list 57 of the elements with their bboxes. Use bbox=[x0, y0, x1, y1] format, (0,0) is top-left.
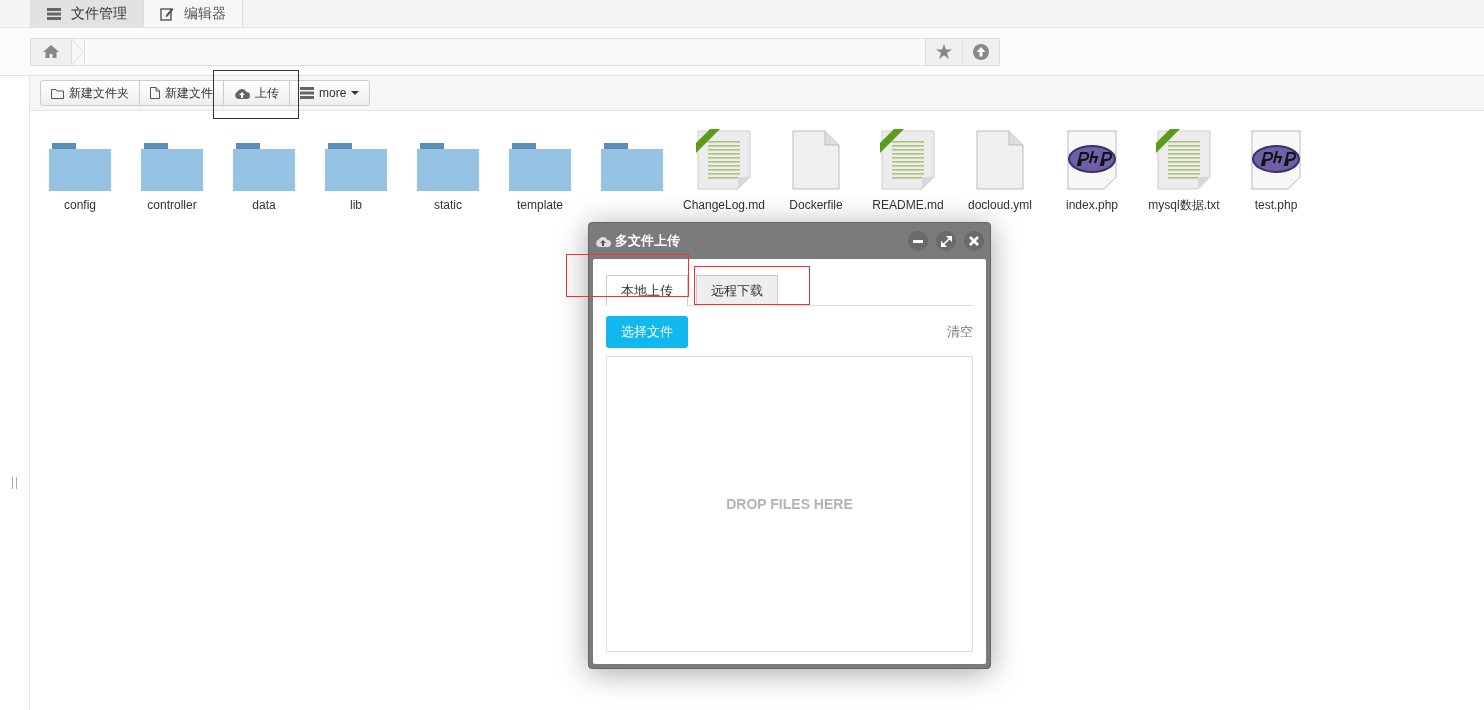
toolbar-button[interactable]: more bbox=[290, 81, 370, 105]
cloud-upload-icon bbox=[234, 87, 250, 99]
file-name[interactable]: static bbox=[406, 197, 490, 213]
home-button[interactable] bbox=[31, 38, 72, 65]
text-document-icon bbox=[880, 129, 936, 191]
resize-grip[interactable] bbox=[12, 477, 17, 489]
folder-icon bbox=[141, 143, 203, 191]
folder-icon bbox=[417, 143, 479, 191]
favorite-button[interactable] bbox=[925, 38, 962, 65]
maximize-button[interactable] bbox=[936, 231, 956, 251]
tab[interactable]: 文件管理 bbox=[30, 0, 144, 27]
file-name[interactable]: template bbox=[498, 197, 582, 213]
dialog-title: 多文件上传 bbox=[615, 232, 681, 250]
up-button[interactable] bbox=[962, 38, 999, 65]
file-icon bbox=[150, 87, 160, 99]
edit-icon bbox=[160, 6, 174, 21]
clear-link[interactable]: 清空 bbox=[947, 323, 973, 341]
cloud-upload-icon bbox=[595, 235, 611, 247]
folder-icon bbox=[325, 143, 387, 191]
folder-icon bbox=[233, 143, 295, 191]
toolbar-button[interactable]: 新建文件夹 bbox=[41, 81, 140, 105]
close-icon bbox=[969, 236, 979, 246]
drop-hint: DROP FILES HERE bbox=[726, 496, 853, 512]
arrow-up-circle-icon bbox=[973, 43, 989, 60]
php-file-icon bbox=[1250, 129, 1302, 191]
blank-document-icon bbox=[975, 129, 1025, 191]
file-name[interactable]: docloud.yml bbox=[958, 197, 1042, 213]
toolbar-button[interactable]: 上传 bbox=[224, 81, 290, 105]
folder-icon bbox=[601, 143, 663, 191]
close-button[interactable] bbox=[964, 231, 984, 251]
minimize-button[interactable] bbox=[908, 231, 928, 251]
folder-icon bbox=[51, 87, 64, 99]
text-document-icon bbox=[696, 129, 752, 191]
file-name[interactable]: ChangeLog.md bbox=[682, 197, 766, 213]
file-name[interactable]: test.php bbox=[1234, 197, 1318, 213]
file-name[interactable]: index.php bbox=[1050, 197, 1134, 213]
text-document-icon bbox=[1156, 129, 1212, 191]
file-name[interactable]: README.md bbox=[866, 197, 950, 213]
folder-icon bbox=[509, 143, 571, 191]
expand-icon bbox=[940, 235, 952, 247]
caret-icon bbox=[351, 91, 360, 95]
minimize-icon bbox=[913, 239, 923, 243]
file-name[interactable]: config bbox=[38, 197, 122, 213]
blank-document-icon bbox=[791, 129, 841, 191]
toolbar-button[interactable]: 新建文件 bbox=[140, 81, 224, 105]
file-name[interactable]: data bbox=[222, 197, 306, 213]
file-name[interactable]: controller bbox=[130, 197, 214, 213]
star-icon bbox=[936, 44, 952, 59]
php-file-icon bbox=[1066, 129, 1118, 191]
home-icon bbox=[43, 45, 59, 58]
file-name[interactable]: Dockerfile bbox=[774, 197, 858, 213]
tab[interactable]: 远程下载 bbox=[696, 275, 778, 306]
file-name[interactable]: lib bbox=[314, 197, 398, 213]
file-name[interactable]: mysql数据.txt bbox=[1142, 197, 1226, 213]
list-icon bbox=[47, 7, 61, 20]
folder-icon bbox=[49, 143, 111, 191]
list-icon bbox=[300, 87, 314, 99]
